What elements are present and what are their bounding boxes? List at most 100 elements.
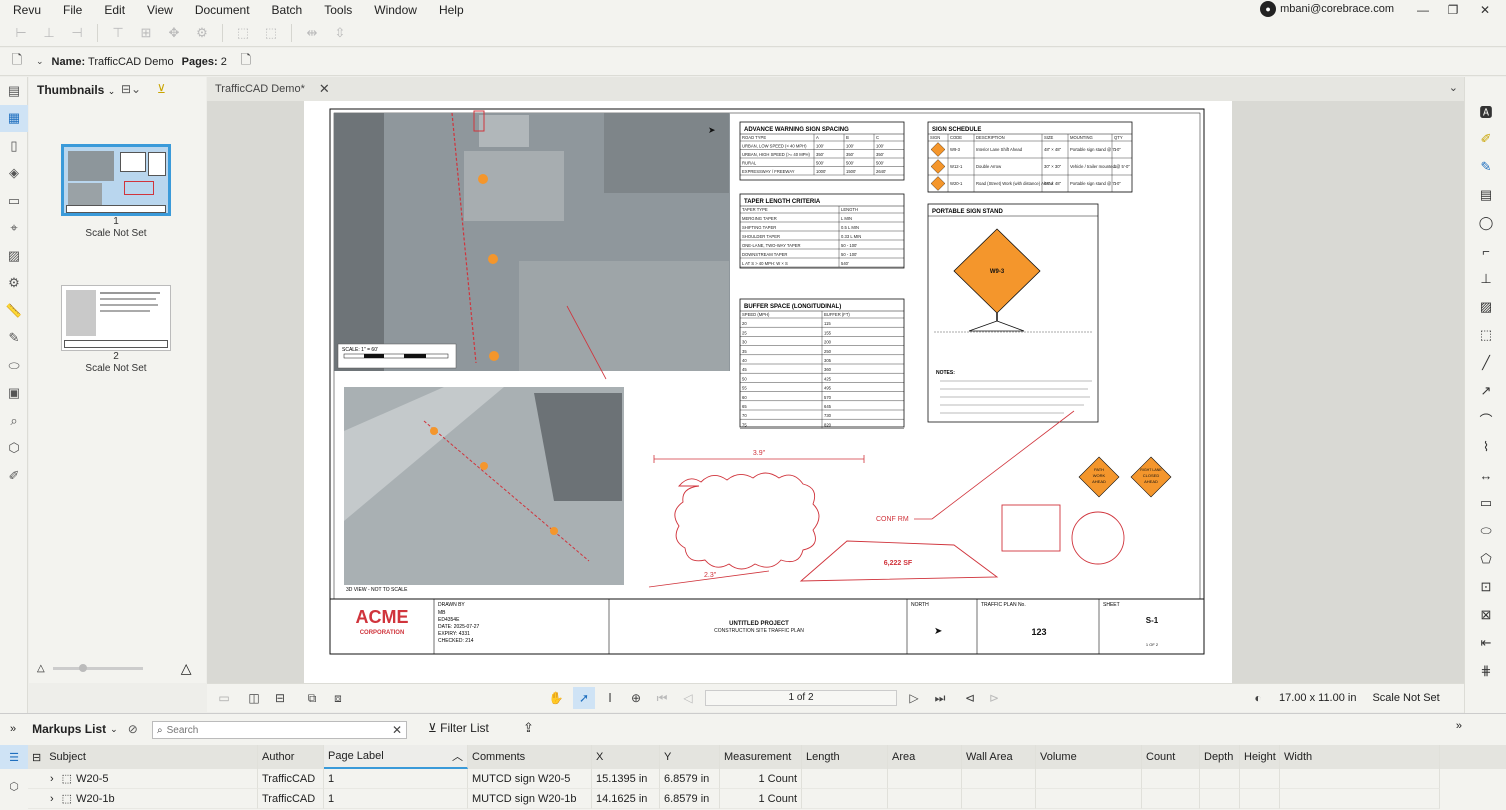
markups-search[interactable]: ⌕ ✕ [152,721,407,739]
image-icon[interactable]: ▨ [1465,293,1506,321]
ellipse-icon[interactable]: ⬭ [1465,517,1506,545]
search-icon[interactable]: ⌕ [0,407,28,435]
taper-length-table[interactable]: TAPER LENGTH CRITERIA TAPER TYPE LENGTH ME… [739,193,905,269]
places-icon[interactable]: ⌖ [0,215,28,243]
column-header-x[interactable]: X [592,745,660,769]
tags-icon[interactable]: ⬭ [0,352,28,380]
markup-area-polygon[interactable]: 6,222 SF [799,540,999,582]
menu-view[interactable]: View [136,3,184,17]
snapshot-icon[interactable]: ⬚ [1465,321,1506,349]
expand-row-icon[interactable]: › [50,773,54,785]
spaces-icon[interactable]: ▨ [0,242,28,270]
stamp-icon[interactable]: ⊥ [1465,265,1506,293]
menu-edit[interactable]: Edit [93,3,136,17]
group-icon[interactable]: ⬚ [232,22,254,44]
thumbnail-filter-icon[interactable]: ⊻ [157,82,166,96]
3d-aerial-view[interactable]: 3D VIEW - NOT TO SCALE [344,387,624,593]
thumbnail-zoom-slider[interactable]: △ △ [37,653,202,683]
column-header-author[interactable]: Author [258,745,324,769]
hide-markups-icon[interactable]: ⊘ [128,722,138,736]
note-icon[interactable]: ▤ [1465,181,1506,209]
menu-revu[interactable]: Revu [0,3,52,17]
account-menu[interactable]: ● mbani@corebrace.com [1260,1,1394,17]
compare-icon[interactable]: ⧈ [327,687,349,709]
advance-warning-table[interactable]: ADVANCE WARNING SIGN SPACING ROAD TYPE A B… [739,121,905,181]
zoom-slider-handle[interactable] [78,663,87,672]
ungroup-icon[interactable]: ⬚ [260,22,282,44]
measure-perimeter-icon[interactable]: ⊠ [1465,601,1506,629]
pan-hand-icon[interactable]: ✋ [545,687,567,709]
thumbnails-icon[interactable]: ▦ [0,104,28,132]
select-text-icon[interactable]: Ⅰ [599,687,621,709]
close-tab-icon[interactable]: ✕ [319,81,330,97]
column-header-page-label[interactable]: Page Label ︿ [324,745,468,769]
export-icon[interactable]: ⇪ [523,720,534,736]
align-left-icon[interactable]: ⊢ [10,22,32,44]
markup-dimension-top[interactable]: 3.9" [653,450,865,463]
column-header-area[interactable]: Area [888,745,962,769]
column-header-subject[interactable]: ⊟ Subject [28,745,258,769]
markups-search-input[interactable] [166,724,388,736]
clear-search-icon[interactable]: ✕ [392,723,402,737]
bookmarks-icon[interactable]: ▯ [0,132,28,160]
zoom-out-triangle-icon[interactable]: △ [37,663,45,674]
menu-help[interactable]: Help [428,3,475,17]
rectangle-icon[interactable]: ▭ [1465,489,1506,517]
column-header-width[interactable]: Width [1280,745,1440,769]
filter-list-button[interactable]: ⊻ Filter List [428,721,489,735]
measure-count-icon[interactable]: ⋕ [1465,657,1506,685]
text-box-icon[interactable]: 🅰 [1465,97,1506,125]
column-header-height[interactable]: Height [1240,745,1280,769]
scale-readout[interactable]: Scale Not Set [1372,692,1439,704]
sign-path-work-ahead[interactable]: PATH WORK AHEAD [1078,456,1120,498]
document-menu-icon[interactable]: 🗋 [6,51,28,73]
column-header-measurement[interactable]: Measurement [720,745,802,769]
next-page-icon[interactable]: ▷ [903,687,925,709]
column-header-comments[interactable]: Comments [468,745,592,769]
zoom-icon[interactable]: ⊕ [625,687,647,709]
flip-vertical-icon[interactable]: ⇳ [329,22,351,44]
aerial-photo[interactable]: SCALE: 1" = 60' ➤ [334,110,730,371]
contrast-icon[interactable]: ◐ [1247,687,1269,709]
align-right-icon[interactable]: ⊣ [66,22,88,44]
tool-chest-icon[interactable]: ▭ [0,187,28,215]
document-canvas[interactable]: SCALE: 1" = 60' ➤ 3D VIEW - NOT TO SCALE [207,101,1464,683]
last-page-icon[interactable]: ⏭ [929,687,951,709]
close-window-icon[interactable]: ✕ [1470,0,1500,19]
first-page-icon[interactable]: ⏮ [651,687,673,709]
column-header-y[interactable]: Y [660,745,720,769]
markup-callout-conf-rm[interactable]: CONF RM [876,410,1075,523]
select-arrow-icon[interactable]: ➚ [573,687,595,709]
studio-icon[interactable]: ▣ [0,380,28,408]
align-top-icon[interactable]: ⊤ [107,22,129,44]
align-middle-icon[interactable]: ⊞ [135,22,157,44]
collapse-all-icon[interactable]: ⊟ [32,751,41,764]
previous-page-icon[interactable]: ◁ [677,687,699,709]
file-access-icon[interactable]: ▤ [0,77,28,105]
chevron-down-icon[interactable] [1465,77,1506,97]
3d-view-icon[interactable]: ⬡ [0,774,28,798]
portable-sign-stand-detail[interactable]: PORTABLE SIGN STAND W9-3 NOTES: [927,203,1099,423]
flip-horizontal-icon[interactable]: ⇹ [301,22,323,44]
properties-gear-icon[interactable]: ⚙ [0,270,28,298]
forms-icon[interactable]: ✐ [0,462,28,490]
menu-tools[interactable]: Tools [313,3,363,17]
single-page-icon[interactable]: ▭ [213,687,235,709]
expand-panel-icon[interactable]: » [1456,720,1462,732]
measurements-ruler-icon[interactable]: 📏 [0,297,28,325]
settings-gear-icon[interactable]: ⚙ [191,22,213,44]
highlighter-icon[interactable]: ✐ [1465,125,1506,153]
markup-row[interactable]: › ⬚ W20-5 TrafficCAD 1 MUTCD sign W20-5 15.139… [28,769,1506,789]
split-horizontal-icon[interactable]: ⊟ [269,687,291,709]
measure-length-icon[interactable]: ⇤ [1465,629,1506,657]
chevron-down-icon[interactable]: ⌄ [110,724,118,735]
chevron-down-icon[interactable]: ⌄ [36,56,44,67]
column-header-depth[interactable]: Depth [1200,745,1240,769]
expand-row-icon[interactable]: › [50,793,54,805]
list-view-icon[interactable]: ☰ [0,745,28,769]
markup-ellipse[interactable] [1071,511,1125,565]
minimize-icon[interactable]: — [1408,0,1438,19]
menu-file[interactable]: File [52,3,93,17]
thumbnail-page-2[interactable]: 2 Scale Not Set [61,285,171,375]
document-tab[interactable]: TrafficCAD Demo* ✕ [207,77,338,101]
